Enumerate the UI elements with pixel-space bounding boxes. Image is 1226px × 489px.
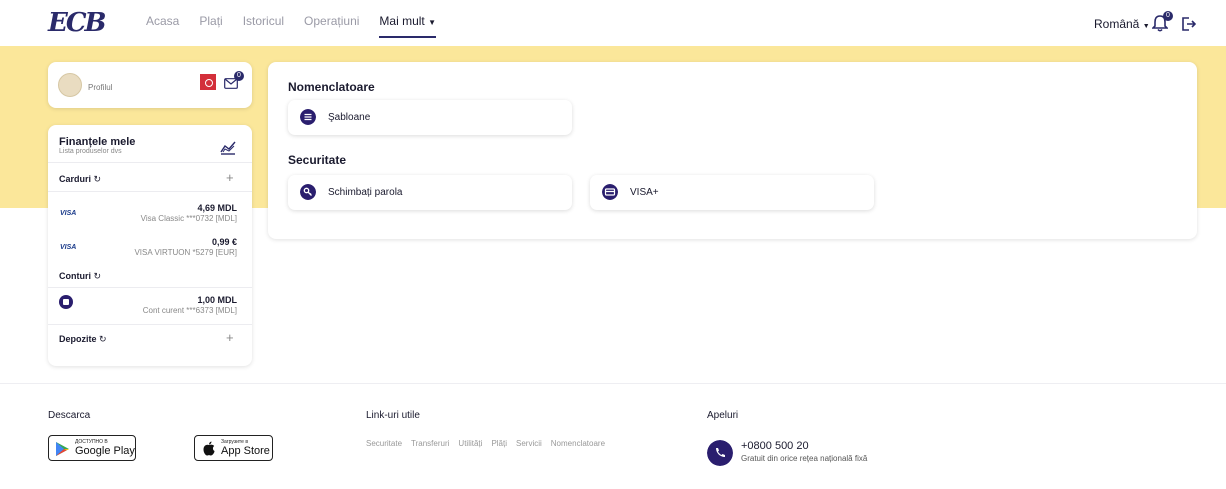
card-amount[interactable]: 0,99 € [212, 237, 237, 247]
footer-divider [0, 383, 1226, 384]
security-heading: Securitate [288, 153, 347, 167]
nav-item-mai-mult[interactable]: Mai mult ▼ [379, 14, 437, 38]
google-play-label: Google Play [75, 445, 135, 457]
finances-title: Finanțele mele [59, 136, 136, 148]
avatar[interactable] [58, 73, 82, 97]
visa-plus-tile[interactable]: VISA+ [590, 175, 874, 210]
templates-label: Şabloane [328, 112, 371, 123]
refresh-icon[interactable]: ↻ [94, 174, 102, 184]
mail-badge: 0 [234, 71, 244, 81]
divider [48, 324, 252, 325]
nav-item-acasa[interactable]: Acasa [146, 14, 179, 38]
account-amount[interactable]: 1,00 MDL [197, 295, 237, 305]
visa-logo: VISA [60, 210, 77, 217]
profile-card: Profilul 0 [48, 62, 252, 108]
refresh-icon[interactable]: ↻ [94, 271, 102, 281]
card-name[interactable]: VISA VIRTUON *5279 [EUR] [134, 248, 237, 257]
wallet-icon [59, 295, 73, 309]
useful-links-heading: Link-uri utile [366, 410, 420, 421]
nav-item-operatiuni[interactable]: Operațiuni [304, 14, 359, 38]
caret-down-icon: ▼ [428, 18, 437, 27]
footer-link-servicii[interactable]: Servicii [516, 439, 542, 448]
google-play-button[interactable]: ДОСТУПНО В Google Play [48, 435, 136, 461]
google-play-icon [56, 442, 69, 456]
nomenclatures-heading: Nomenclatoare [288, 80, 375, 94]
accounts-section-title: Conturi ↻ [59, 271, 102, 281]
download-heading: Descarca [48, 410, 91, 421]
finances-subtitle: Lista produselor dvs [59, 148, 122, 155]
my-finances-card: Finanțele mele Lista produselor dvs Card… [48, 125, 252, 366]
deposits-section-title: Depozite ↻ [59, 334, 107, 344]
card-amount[interactable]: 4,69 MDL [197, 203, 237, 213]
add-deposit-button[interactable]: + [226, 330, 234, 345]
apple-icon [203, 441, 215, 456]
add-card-button[interactable]: + [226, 170, 234, 185]
divider [48, 287, 252, 288]
app-store-label: App Store [221, 445, 270, 457]
account-name[interactable]: Cont curent ***6373 [MDL] [143, 306, 237, 315]
app-store-button[interactable]: Загрузите в App Store [194, 435, 273, 461]
change-password-label: Schimbați parola [328, 187, 403, 198]
visa-plus-label: VISA+ [630, 187, 659, 198]
list-icon [300, 109, 316, 125]
nav-item-istoricul[interactable]: Istoricul [243, 14, 284, 38]
change-password-tile[interactable]: Schimbați parola [288, 175, 572, 210]
refresh-icon[interactable]: ↻ [99, 334, 107, 344]
footer-link-plati[interactable]: Plăți [491, 439, 507, 448]
language-selector[interactable]: Română ▼ [1094, 17, 1150, 31]
main-nav: Acasa Plați Istoricul Operațiuni Mai mul… [146, 14, 456, 38]
chart-icon[interactable] [220, 139, 236, 155]
footer-links: Securitate Transferuri Utilități Plăți S… [366, 439, 614, 448]
divider [48, 162, 252, 163]
bank-logo[interactable]: ECB [48, 8, 112, 38]
phone-number[interactable]: +0800 500 20 [741, 440, 809, 452]
footer-link-nomenclatoare[interactable]: Nomenclatoare [551, 439, 605, 448]
nav-item-plati[interactable]: Plați [199, 14, 222, 38]
card-icon [602, 184, 618, 200]
footer-link-utilitati[interactable]: Utilități [458, 439, 482, 448]
cards-section-title: Carduri ↻ [59, 174, 102, 184]
card-name[interactable]: Visa Classic ***0732 [MDL] [141, 214, 237, 223]
qr-code-icon[interactable] [200, 74, 216, 90]
templates-tile[interactable]: Şabloane [288, 100, 572, 135]
divider [48, 191, 252, 192]
notification-badge: 0 [1163, 11, 1173, 21]
logout-icon[interactable] [1180, 16, 1196, 32]
settings-panel: Nomenclatoare Şabloane Securitate Schimb… [268, 62, 1197, 239]
top-bar: ECB Acasa Plați Istoricul Operațiuni Mai… [0, 0, 1226, 46]
footer-link-securitate[interactable]: Securitate [366, 439, 402, 448]
phone-icon[interactable] [707, 440, 733, 466]
visa-logo: VISA [60, 244, 77, 251]
key-icon [300, 184, 316, 200]
calls-heading: Apeluri [707, 410, 739, 421]
footer-link-transferuri[interactable]: Transferuri [411, 439, 449, 448]
phone-note: Gratuit din orice rețea națională fixă [741, 454, 868, 463]
profile-label[interactable]: Profilul [88, 83, 112, 92]
caret-down-icon: ▼ [1142, 23, 1150, 30]
